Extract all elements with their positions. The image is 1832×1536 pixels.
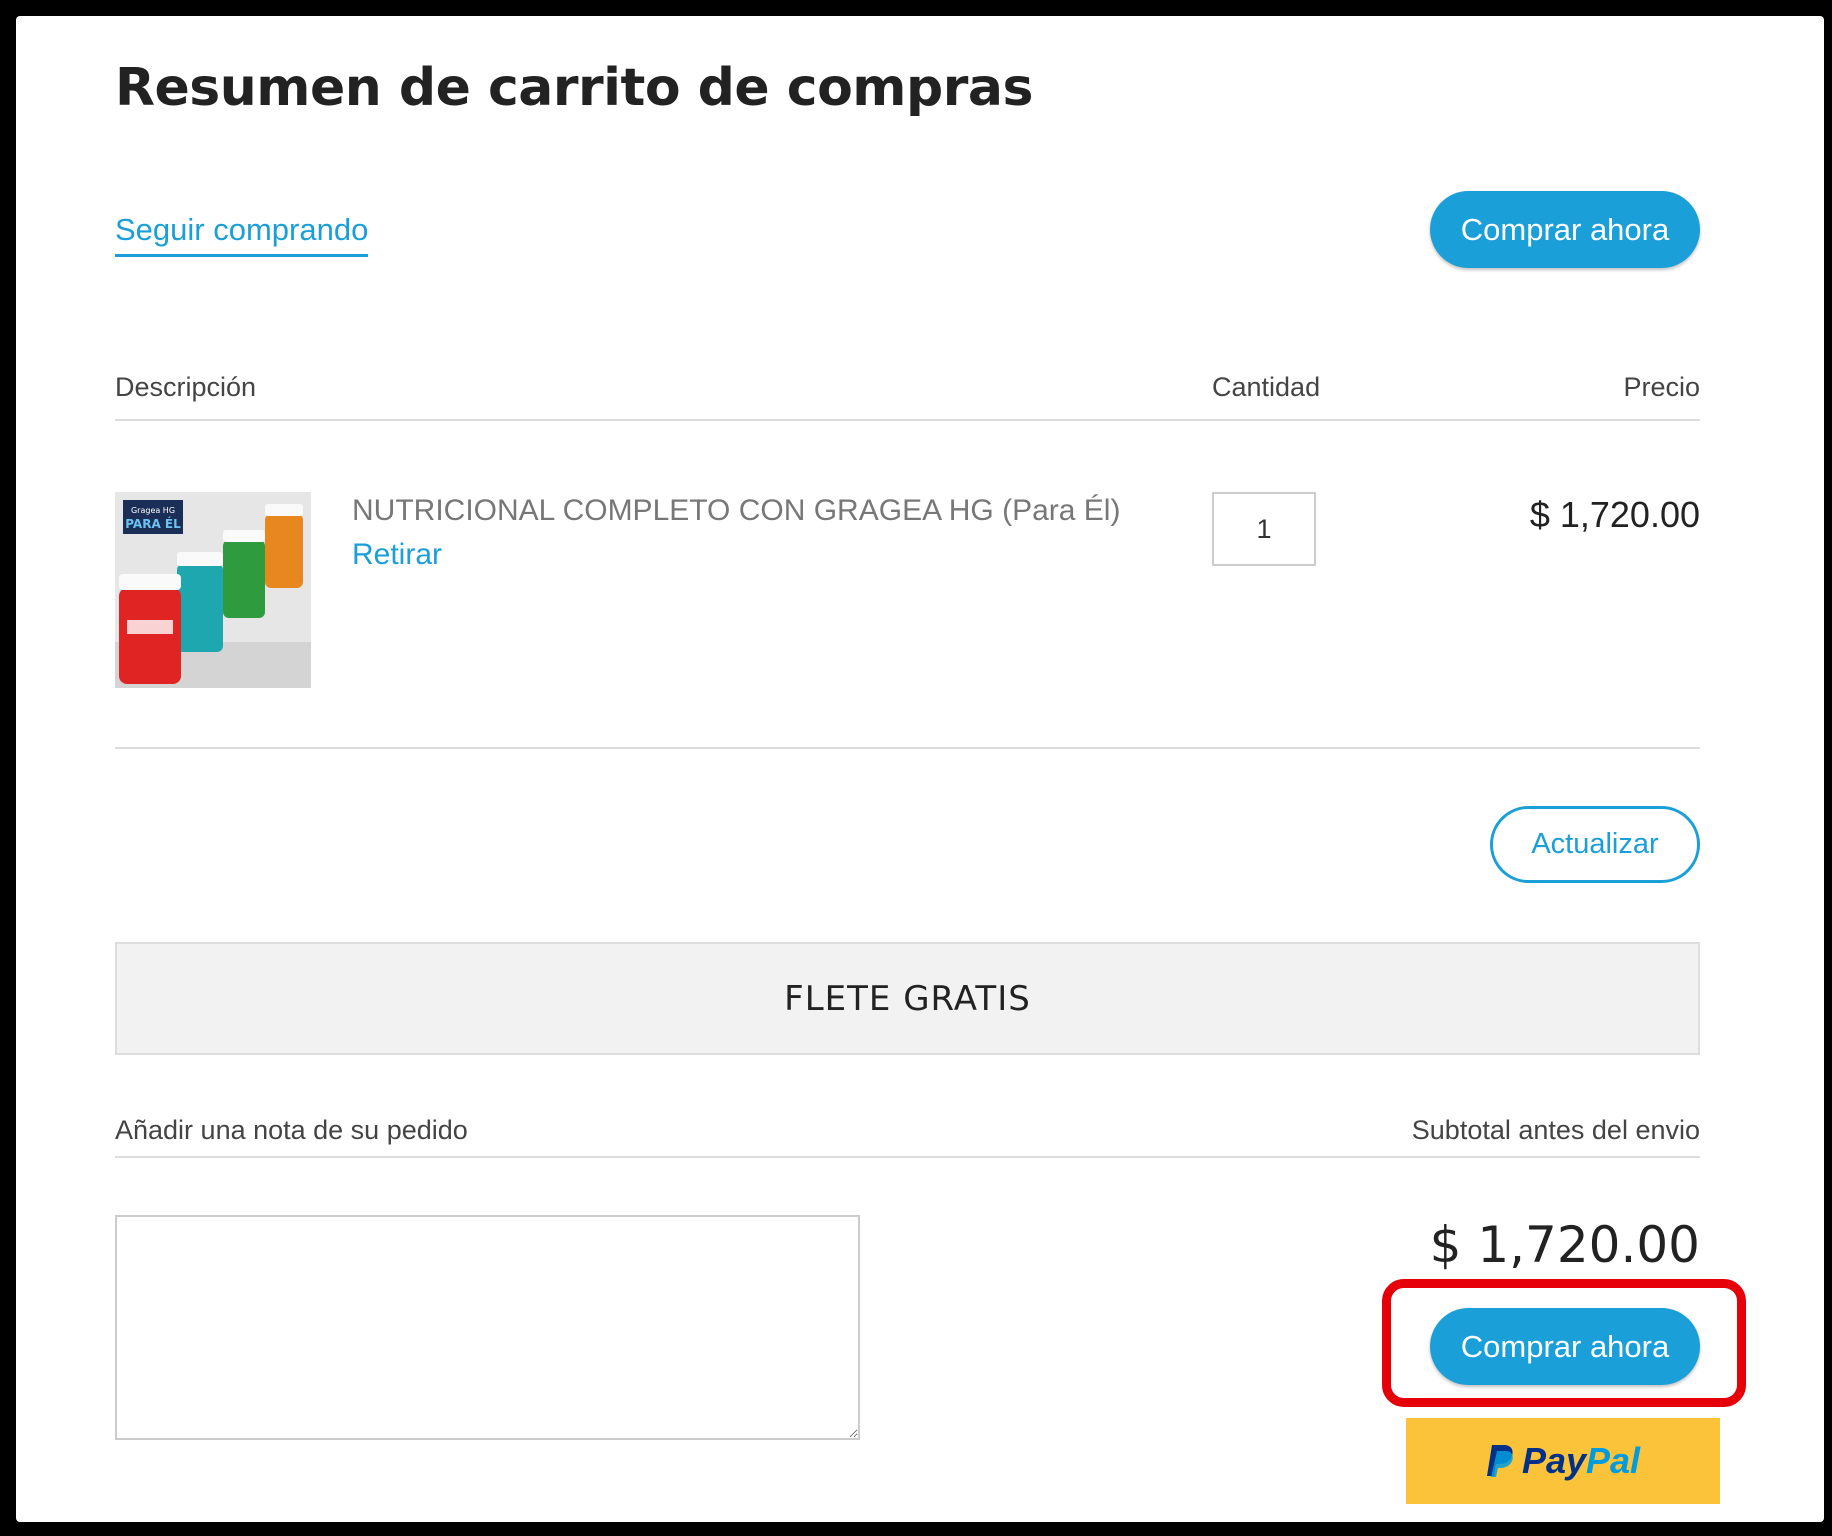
buy-now-button-bottom[interactable]: Comprar ahora	[1430, 1308, 1700, 1385]
red-bottle-shape	[119, 588, 181, 684]
cart-page: Resumen de carrito de compras Seguir com…	[16, 16, 1824, 1522]
paypal-p-icon	[1486, 1445, 1513, 1477]
column-header-price: Precio	[1623, 372, 1700, 402]
continue-shopping-link[interactable]: Seguir comprando	[115, 212, 369, 257]
order-note-textarea[interactable]	[115, 1215, 860, 1440]
free-shipping-banner: FLETE GRATIS	[115, 942, 1700, 1055]
column-header-description: Descripción	[115, 372, 257, 402]
orange-bottle-shape	[265, 514, 303, 588]
subtotal-value: $ 1,720.00	[1429, 1216, 1700, 1274]
page-title: Resumen de carrito de compras	[115, 58, 1033, 118]
product-name[interactable]: NUTRICIONAL COMPLETO CON GRAGEA HG (Para…	[352, 494, 1120, 528]
product-bottles-image: Gragea HG PARA ÉL	[115, 492, 311, 688]
teal-bottle-shape	[177, 564, 223, 652]
remove-item-link[interactable]: Retirar	[352, 538, 442, 572]
quantity-input[interactable]	[1212, 492, 1316, 566]
thumbnail-brand-text: Gragea HG	[131, 506, 175, 515]
paypal-pal-text: Pal	[1586, 1440, 1641, 1481]
thumbnail-subtitle-text: PARA ÉL	[125, 516, 181, 531]
items-divider	[115, 747, 1700, 749]
summary-divider	[115, 1156, 1700, 1158]
subtotal-label: Subtotal antes del envio	[1411, 1115, 1700, 1145]
order-note-label: Añadir una nota de su pedido	[115, 1115, 468, 1145]
green-bottle-shape	[223, 540, 265, 618]
update-cart-button[interactable]: Actualizar	[1490, 806, 1700, 883]
header-divider	[115, 419, 1700, 421]
product-thumbnail[interactable]: Gragea HG PARA ÉL	[115, 492, 311, 688]
paypal-button[interactable]: PayPal	[1406, 1418, 1720, 1504]
paypal-wordmark: PayPal	[1522, 1440, 1640, 1482]
item-price: $ 1,720.00	[1529, 494, 1700, 535]
buy-now-button-top[interactable]: Comprar ahora	[1430, 191, 1700, 268]
column-header-quantity: Cantidad	[1212, 372, 1321, 402]
paypal-pay-text: Pay	[1521, 1440, 1586, 1481]
